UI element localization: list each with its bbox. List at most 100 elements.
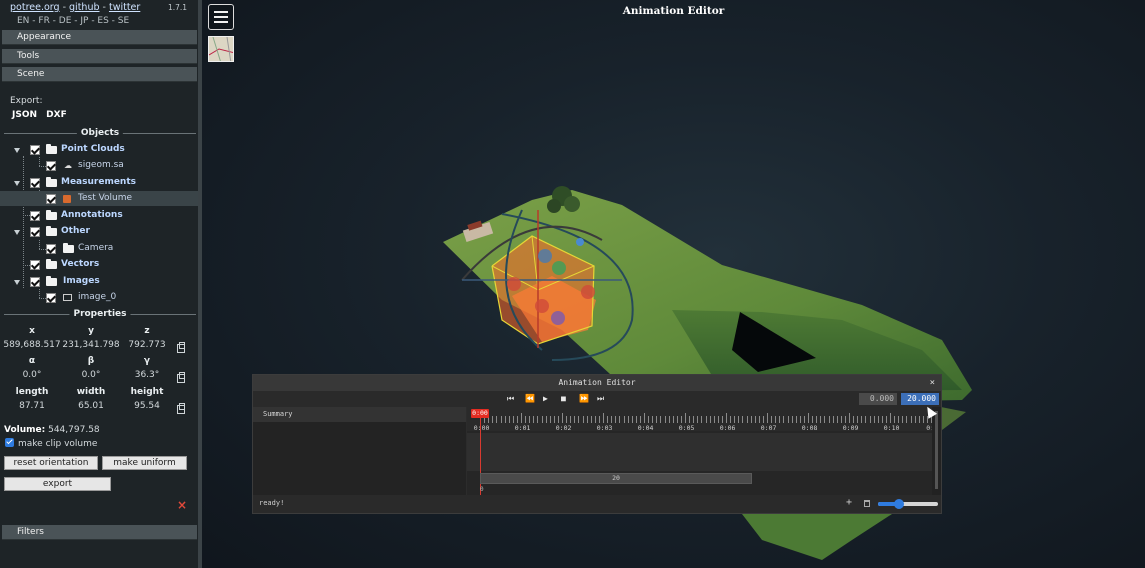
ruler-label: 0:07 xyxy=(760,424,777,432)
checkbox[interactable] xyxy=(30,277,40,287)
checkbox[interactable] xyxy=(30,211,40,221)
volume-value: 544,797.58 xyxy=(48,425,100,435)
checkbox[interactable] xyxy=(46,293,56,303)
reset-orientation-button[interactable]: reset orientation xyxy=(4,456,98,470)
animation-editor-titlebar[interactable]: Animation Editor × xyxy=(253,375,941,391)
status-text: ready! xyxy=(259,499,285,507)
delete-icon[interactable]: × xyxy=(177,498,187,512)
timeline-scrollbar[interactable]: 20 xyxy=(480,473,752,484)
expand-arrow-icon[interactable] xyxy=(14,230,20,235)
ruler-minor-tick xyxy=(639,416,641,423)
tree-item-images[interactable]: Images xyxy=(0,274,198,289)
checkbox[interactable] xyxy=(30,178,40,188)
tree-item-test-volume[interactable]: Test Volume xyxy=(0,191,198,206)
trash-icon[interactable] xyxy=(864,500,870,507)
ruler-minor-tick xyxy=(652,416,654,423)
playhead-marker[interactable]: 0:00 xyxy=(471,409,489,418)
add-icon[interactable]: + xyxy=(846,497,852,508)
checkbox[interactable] xyxy=(30,145,40,155)
zoom-slider[interactable] xyxy=(878,499,938,509)
checkbox[interactable] xyxy=(46,161,56,171)
width-header: width xyxy=(76,387,106,397)
tree-item-sigeom[interactable]: ☁ sigeom.sa xyxy=(0,158,198,173)
ruler-minor-tick xyxy=(492,416,494,423)
language-selector[interactable]: EN - FR - DE - JP - ES - SE xyxy=(17,16,129,26)
objects-divider: Objects xyxy=(4,128,196,138)
tree-item-camera[interactable]: Camera xyxy=(0,241,198,256)
filters-section-header[interactable]: Filters xyxy=(2,525,197,540)
expand-arrow-icon[interactable] xyxy=(14,280,20,285)
ruler-minor-tick xyxy=(857,416,859,423)
checkbox[interactable] xyxy=(46,194,56,204)
vertical-scrollbar[interactable] xyxy=(932,407,941,495)
export-json-button[interactable]: JSON xyxy=(12,110,37,120)
appearance-section-header[interactable]: Appearance xyxy=(2,30,197,45)
copy-icon[interactable] xyxy=(177,403,185,414)
timeline[interactable]: 0:00 0:01 0:02 0:03 0:04 0:05 0:06 0:07 0:08 0:09… xyxy=(467,407,932,495)
export-buttons: JSON DXF xyxy=(12,110,73,120)
close-icon[interactable]: × xyxy=(930,375,935,391)
version-label: 1.7.1 xyxy=(168,3,188,12)
step-back-icon[interactable]: ⏪ xyxy=(525,393,535,405)
start-time-input[interactable]: 0.000 xyxy=(859,393,897,405)
y-value: 231,341.798 xyxy=(62,340,120,350)
expand-arrow-icon[interactable] xyxy=(14,148,20,153)
zoom-slider-thumb[interactable] xyxy=(894,499,904,509)
timeline-ruler[interactable]: 0:00 0:01 0:02 0:03 0:04 0:05 0:06 0:07 0:08 0:09… xyxy=(467,407,932,432)
skip-to-end-icon[interactable]: ⏭ xyxy=(597,393,604,405)
ruler-minor-tick xyxy=(635,416,637,423)
tree-item-annotations[interactable]: Annotations xyxy=(0,208,198,223)
tree-item-vectors[interactable]: Vectors xyxy=(0,257,198,272)
ruler-minor-tick xyxy=(672,416,674,423)
ruler-major-tick xyxy=(685,413,686,423)
checkbox[interactable] xyxy=(30,227,40,237)
height-value: 95.54 xyxy=(134,401,160,411)
ruler-minor-tick xyxy=(607,416,609,423)
ruler-minor-tick xyxy=(627,416,629,423)
github-link[interactable]: github xyxy=(69,2,99,13)
tree-item-label: Annotations xyxy=(61,210,123,220)
tree-item-measurements[interactable]: Measurements xyxy=(0,175,198,190)
ruler-minor-tick xyxy=(578,416,580,423)
twitter-link[interactable]: twitter xyxy=(109,2,140,13)
clip-volume-toggle[interactable]: make clip volume xyxy=(5,438,97,449)
ruler-minor-tick xyxy=(631,416,633,423)
clip-volume-checkbox[interactable] xyxy=(5,438,14,447)
tools-section-header[interactable]: Tools xyxy=(2,49,197,64)
skip-to-start-icon[interactable]: ⏮ xyxy=(507,393,514,405)
copy-icon[interactable] xyxy=(177,372,185,383)
volume-label: Volume: xyxy=(4,425,46,435)
tree-item-label: Measurements xyxy=(61,177,136,187)
potree-link[interactable]: potree.org xyxy=(10,2,60,13)
end-time-input[interactable]: 20.000 xyxy=(901,393,939,405)
ruler-minor-tick xyxy=(680,416,682,423)
checkbox[interactable] xyxy=(46,244,56,254)
stop-icon[interactable]: ■ xyxy=(561,393,566,405)
checkbox[interactable] xyxy=(30,260,40,270)
tree-item-point-clouds[interactable]: Point Clouds xyxy=(0,142,198,157)
ruler-minor-tick xyxy=(660,416,662,423)
tree-item-image-0[interactable]: image_0 xyxy=(0,290,198,305)
scene-section-header[interactable]: Scene xyxy=(2,67,197,82)
ruler-minor-tick xyxy=(775,416,777,423)
folder-icon xyxy=(46,210,57,220)
summary-row[interactable]: Summary xyxy=(253,407,466,422)
make-uniform-button[interactable]: make uniform xyxy=(102,456,187,470)
export-button[interactable]: export xyxy=(4,477,111,491)
copy-icon[interactable] xyxy=(177,342,185,353)
ruler-minor-tick xyxy=(619,416,621,423)
ruler-minor-tick xyxy=(496,416,498,423)
tree-item-other[interactable]: Other xyxy=(0,224,198,239)
ruler-minor-tick xyxy=(668,416,670,423)
ruler-major-tick xyxy=(849,413,850,423)
export-dxf-button[interactable]: DXF xyxy=(46,110,67,120)
ruler-minor-tick xyxy=(598,416,600,423)
beta-value: 0.0° xyxy=(81,370,101,380)
timeline-track[interactable] xyxy=(467,433,932,471)
play-icon[interactable]: ▶ xyxy=(543,393,548,405)
expand-arrow-icon[interactable] xyxy=(14,181,20,186)
ruler-minor-tick xyxy=(656,416,658,423)
ruler-minor-tick xyxy=(504,416,506,423)
ruler-label: 0:06 xyxy=(719,424,736,432)
step-forward-icon[interactable]: ⏩ xyxy=(579,393,589,405)
